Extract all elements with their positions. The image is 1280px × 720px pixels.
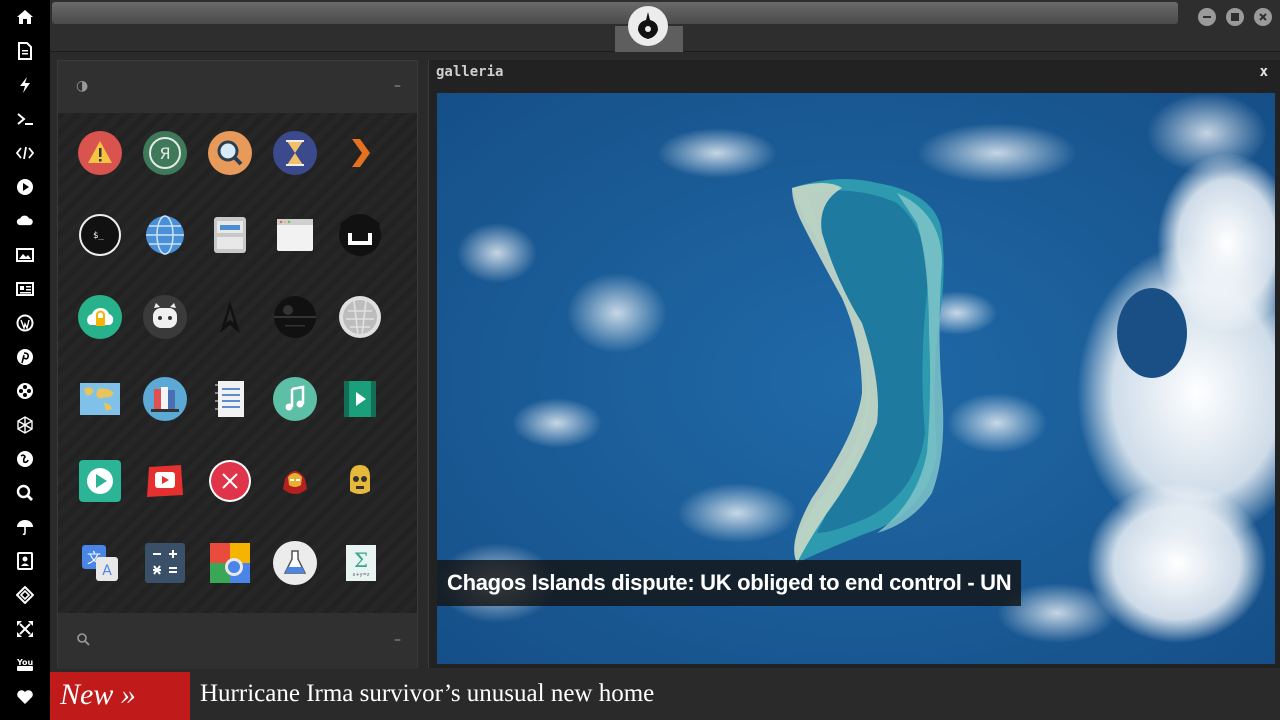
film-reel-icon[interactable] xyxy=(0,374,50,408)
search-app-icon[interactable] xyxy=(208,131,252,175)
sidebar: You xyxy=(0,0,50,720)
contrast-icon[interactable]: ◑ xyxy=(76,78,88,94)
contacts-icon[interactable] xyxy=(0,544,50,578)
terminal-app-icon[interactable]: $_ xyxy=(78,213,122,257)
ticker-badge: New » xyxy=(50,672,190,720)
notes-app-icon[interactable] xyxy=(208,377,252,421)
terminal-icon[interactable] xyxy=(0,102,50,136)
svg-text:x+y=z: x+y=z xyxy=(353,572,370,578)
search-icon[interactable] xyxy=(0,476,50,510)
screenshot-app-icon[interactable] xyxy=(208,541,252,585)
warning-app-icon[interactable] xyxy=(78,131,122,175)
gallery-title: galleria xyxy=(436,64,504,80)
file-manager-app-icon[interactable] xyxy=(208,213,252,257)
collapse-button[interactable]: – xyxy=(394,78,401,94)
youtube-icon[interactable]: You xyxy=(0,646,50,680)
globe-app-icon[interactable] xyxy=(143,213,187,257)
close-app-icon[interactable] xyxy=(208,459,252,503)
wordpress-icon[interactable] xyxy=(0,306,50,340)
pinterest-icon[interactable] xyxy=(0,340,50,374)
lab-flask-app-icon[interactable] xyxy=(273,541,317,585)
play-circle-icon[interactable] xyxy=(0,170,50,204)
ubuntu-app-icon[interactable] xyxy=(338,213,382,257)
launcher-header: ◑ – xyxy=(58,61,417,113)
top-bar xyxy=(50,0,1280,52)
app-launcher-panel: ◑ – Я $_ 文 A Σ x+y=z – xyxy=(57,60,418,669)
browser-window-app-icon[interactable] xyxy=(273,213,317,257)
newspaper-icon[interactable] xyxy=(0,272,50,306)
gallery-close-button[interactable]: x xyxy=(1260,64,1268,80)
launcher-footer: – xyxy=(58,613,417,669)
svg-text:Σ: Σ xyxy=(354,548,368,572)
document-icon[interactable] xyxy=(0,34,50,68)
formula-app-icon[interactable]: Σx+y=z xyxy=(338,541,382,585)
video-app-icon[interactable] xyxy=(338,377,382,421)
code-icon[interactable] xyxy=(0,136,50,170)
iron-man-app-icon[interactable] xyxy=(273,459,317,503)
media-player-app-icon[interactable] xyxy=(78,459,122,503)
globe-icon[interactable] xyxy=(0,442,50,476)
youtube-app-icon[interactable] xyxy=(143,459,187,503)
close-button[interactable] xyxy=(1254,8,1272,26)
cloud-icon[interactable] xyxy=(0,204,50,238)
expand-icon[interactable] xyxy=(0,612,50,646)
c3po-app-icon[interactable] xyxy=(338,459,382,503)
tag-icon[interactable] xyxy=(0,578,50,612)
github-app-icon[interactable] xyxy=(143,295,187,339)
collapse-button[interactable]: – xyxy=(394,632,401,648)
polygon-icon[interactable] xyxy=(0,408,50,442)
home-icon[interactable] xyxy=(0,0,50,34)
books-app-icon[interactable] xyxy=(143,377,187,421)
svg-text:You: You xyxy=(16,658,34,667)
death-star-app-icon[interactable] xyxy=(273,295,317,339)
minimize-button[interactable] xyxy=(1198,8,1216,26)
svg-text:A: A xyxy=(102,563,112,579)
wikipedia-app-icon[interactable] xyxy=(338,295,382,339)
music-app-icon[interactable] xyxy=(273,377,317,421)
hourglass-app-icon[interactable] xyxy=(273,131,317,175)
svg-text:$_: $_ xyxy=(93,231,104,241)
search-icon[interactable] xyxy=(76,632,90,650)
world-map-app-icon[interactable] xyxy=(78,377,122,421)
news-ticker: New » Hurricane Irma survivor’s unusual … xyxy=(50,672,1280,720)
photo-caption: Chagos Islands dispute: UK obliged to en… xyxy=(437,560,1022,606)
translate-app-icon[interactable]: 文A xyxy=(78,541,122,585)
plex-app-icon[interactable] xyxy=(338,131,382,175)
maximize-button[interactable] xyxy=(1226,8,1244,26)
svg-text:Я: Я xyxy=(159,144,170,163)
bolt-icon[interactable] xyxy=(0,68,50,102)
address-bar[interactable] xyxy=(52,2,1178,24)
yandex-app-icon[interactable]: Я xyxy=(143,131,187,175)
calculator-app-icon[interactable] xyxy=(143,541,187,585)
image-icon[interactable] xyxy=(0,238,50,272)
ticker-headline[interactable]: Hurricane Irma survivor’s unusual new ho… xyxy=(200,672,654,720)
app-grid: Я $_ 文 A Σ x+y=z xyxy=(58,113,417,613)
heart-icon[interactable] xyxy=(0,680,50,714)
umbrella-icon[interactable] xyxy=(0,510,50,544)
rebel-alliance-icon[interactable] xyxy=(628,6,668,46)
star-trek-app-icon[interactable] xyxy=(208,295,252,339)
cloud-lock-app-icon[interactable] xyxy=(78,295,122,339)
gallery-panel: galleria x Chagos Islands dispute: UK ob… xyxy=(428,60,1280,668)
